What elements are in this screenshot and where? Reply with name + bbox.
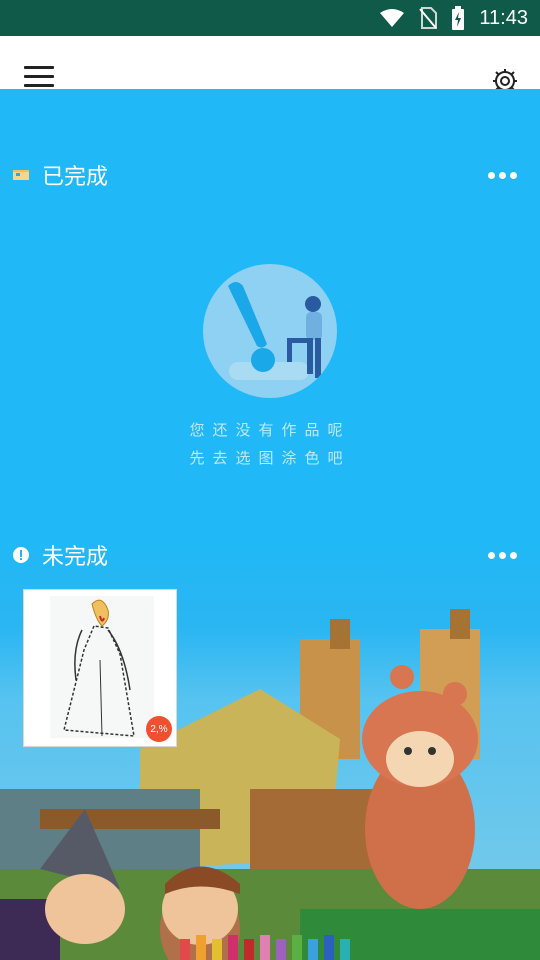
status-time: 11:43 (479, 6, 528, 29)
battery-charging-icon (452, 6, 465, 30)
completed-section-header: 已完成 (12, 155, 532, 195)
wifi-icon (380, 9, 405, 27)
status-icons: 11:43 (379, 0, 528, 36)
alert-circle-icon (13, 547, 29, 563)
menu-icon[interactable] (24, 66, 54, 88)
folder-icon (13, 170, 29, 180)
no-sim-icon (419, 7, 438, 29)
incomplete-section-header: 未完成 (12, 535, 532, 575)
empty-state-line2: 先去选图涂色吧 (189, 449, 351, 467)
content-area: 已完成 您还没有作品呢 先去选图涂色吧 未完成 2,% (0, 89, 540, 960)
progress-badge: 2,% (146, 716, 172, 742)
status-bar: 11:43 (0, 0, 540, 36)
incomplete-more-icon[interactable] (488, 547, 518, 563)
incomplete-title: 未完成 (42, 545, 109, 570)
completed-more-icon[interactable] (488, 167, 518, 183)
empty-state-line1: 您还没有作品呢 (189, 421, 351, 439)
toolbar (0, 36, 540, 93)
empty-state-illustration (203, 264, 337, 398)
completed-title: 已完成 (42, 165, 109, 190)
incomplete-artwork-card[interactable]: 2,% (23, 589, 177, 747)
